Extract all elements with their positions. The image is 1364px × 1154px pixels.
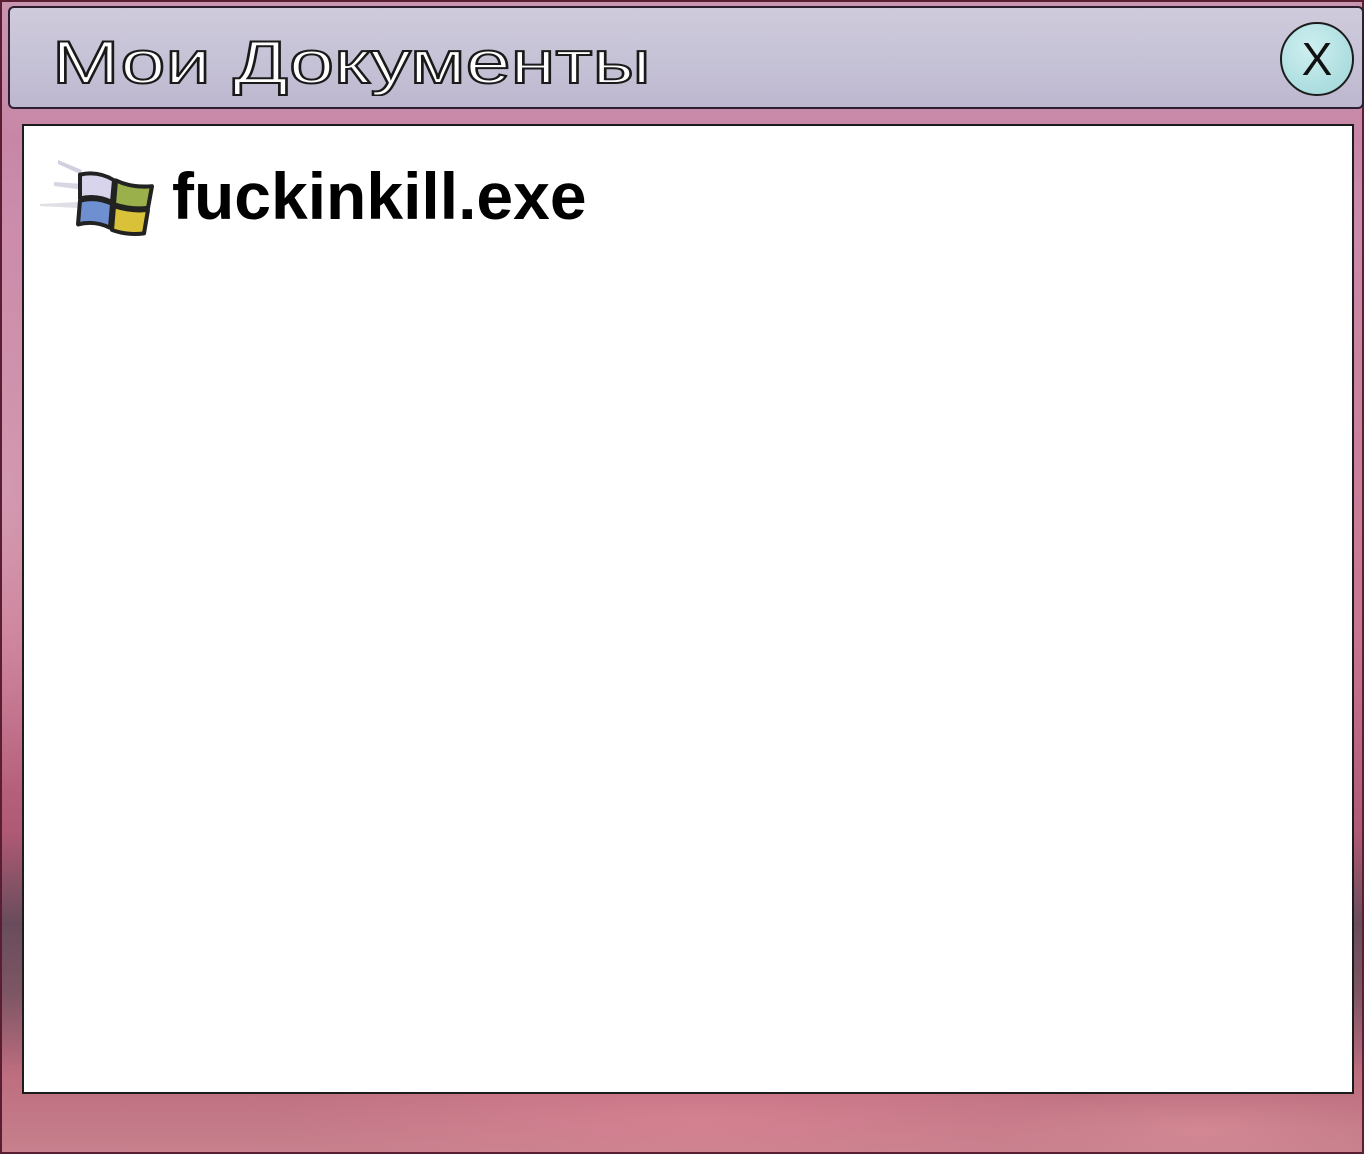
file-list-pane: fuckinkill.exe bbox=[22, 124, 1354, 1094]
file-item[interactable]: fuckinkill.exe bbox=[36, 146, 587, 246]
title-bar[interactable]: Мои Документы X bbox=[8, 6, 1364, 109]
close-button[interactable]: X bbox=[1280, 22, 1354, 96]
windows-flag-icon bbox=[36, 146, 160, 246]
window-title: Мои Документы bbox=[51, 29, 652, 97]
close-icon: X bbox=[1301, 33, 1333, 85]
documents-window: Мои Документы X fuckinkill.exe bbox=[0, 0, 1364, 1154]
file-name: fuckinkill.exe bbox=[172, 159, 587, 233]
